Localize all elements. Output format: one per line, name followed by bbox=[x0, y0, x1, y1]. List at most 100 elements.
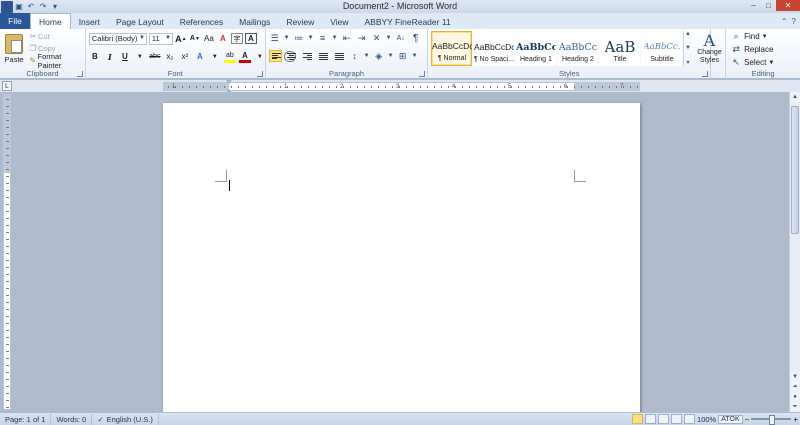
format-painter-button[interactable]: ✎ Format Painter bbox=[28, 52, 85, 70]
strikethrough-button[interactable]: abc bbox=[149, 50, 161, 63]
zoom-level[interactable]: 100% bbox=[697, 415, 716, 424]
styles-launcher-icon[interactable] bbox=[702, 71, 709, 77]
document-page[interactable] bbox=[163, 103, 640, 412]
tab-abbyy[interactable]: ABBYY FineReader 11 bbox=[357, 14, 459, 29]
italic-button[interactable]: I bbox=[104, 50, 116, 63]
bold-button[interactable]: B bbox=[89, 50, 101, 63]
vertical-ruler[interactable] bbox=[3, 94, 11, 410]
tab-references[interactable]: References bbox=[172, 14, 231, 29]
paste-button[interactable]: Paste bbox=[2, 31, 26, 67]
multilevel-dropdown-icon[interactable]: ▼ bbox=[332, 32, 338, 44]
ime-indicator[interactable]: ATOK bbox=[718, 414, 743, 424]
shading-icon[interactable]: ◈ bbox=[373, 50, 385, 62]
numbering-dropdown-icon[interactable]: ▼ bbox=[308, 32, 314, 44]
grow-font-button[interactable]: A ▲ bbox=[175, 32, 187, 45]
tab-selector-button[interactable]: L bbox=[2, 81, 12, 91]
phonetic-guide-button[interactable]: 字 bbox=[230, 33, 243, 44]
numbering-icon[interactable]: ≔ bbox=[293, 32, 305, 44]
status-page[interactable]: Page: 1 of 1 bbox=[0, 413, 52, 425]
gallery-more-icon[interactable]: ▾ bbox=[686, 59, 689, 66]
align-left-button[interactable] bbox=[268, 50, 282, 62]
vertical-scrollbar[interactable]: ▲ ▼ ⏶ ● ⏷ bbox=[789, 92, 800, 412]
maximize-button[interactable]: □ bbox=[761, 0, 776, 11]
scroll-down-icon[interactable]: ▼ bbox=[790, 372, 800, 382]
font-size-select[interactable]: 11 ▼ bbox=[148, 32, 173, 45]
change-styles-button[interactable]: A Change Styles bbox=[694, 31, 724, 67]
gallery-down-icon[interactable]: ▼ bbox=[685, 45, 691, 51]
shrink-font-button[interactable]: A ▼ bbox=[189, 32, 201, 45]
tab-view[interactable]: View bbox=[322, 14, 356, 29]
select-button[interactable]: ↖ Select ▼ bbox=[730, 57, 774, 68]
web-layout-view-button[interactable] bbox=[658, 414, 670, 424]
style-normal[interactable]: AaBbCcDc ¶ Normal bbox=[431, 31, 473, 66]
distributed-button[interactable] bbox=[333, 50, 346, 62]
status-words[interactable]: Words: 0 bbox=[51, 413, 93, 425]
justify-button[interactable] bbox=[317, 50, 330, 62]
asian-layout-icon[interactable]: ✕ bbox=[371, 32, 383, 44]
browse-object-icon[interactable]: ● bbox=[790, 392, 800, 402]
scroll-thumb[interactable] bbox=[791, 106, 799, 234]
zoom-in-icon[interactable]: + bbox=[793, 415, 798, 424]
underline-button[interactable]: U bbox=[119, 50, 131, 63]
paragraph-launcher-icon[interactable] bbox=[419, 71, 426, 77]
style-heading-2[interactable]: AaBbCc Heading 2 bbox=[557, 31, 599, 66]
shading-dropdown-icon[interactable]: ▼ bbox=[388, 50, 394, 62]
gallery-up-icon[interactable]: ▲ bbox=[685, 31, 691, 37]
style-subtitle[interactable]: AaBbCc. Subtitle bbox=[641, 31, 683, 66]
redo-icon[interactable]: ↷ bbox=[37, 1, 49, 13]
full-screen-view-button[interactable] bbox=[645, 414, 657, 424]
align-right-button[interactable] bbox=[301, 50, 314, 62]
bullets-icon[interactable]: ☰ bbox=[269, 32, 281, 44]
line-spacing-icon[interactable]: ↕ bbox=[349, 50, 361, 62]
character-border-button[interactable]: A bbox=[244, 33, 257, 44]
subscript-button[interactable]: x₂ bbox=[164, 50, 176, 63]
borders-dropdown-icon[interactable]: ▼ bbox=[412, 50, 418, 62]
cut-button[interactable]: ✂ Cut bbox=[28, 31, 85, 42]
tab-home[interactable]: Home bbox=[30, 13, 71, 29]
undo-icon[interactable]: ↶ bbox=[25, 1, 37, 13]
horizontal-ruler[interactable]: 1 1 2 3 4 5 6 7 bbox=[163, 82, 640, 91]
save-icon[interactable]: ▣ bbox=[13, 1, 25, 13]
show-marks-icon[interactable]: ¶ bbox=[410, 32, 422, 44]
change-case-button[interactable]: Aa bbox=[203, 32, 215, 45]
asian-layout-dropdown-icon[interactable]: ▼ bbox=[386, 32, 392, 44]
tab-insert[interactable]: Insert bbox=[71, 14, 108, 29]
status-language[interactable]: ✓ English (U.S.) bbox=[92, 413, 159, 425]
help-icon[interactable]: ? bbox=[792, 17, 796, 26]
highlight-button[interactable]: ab bbox=[223, 51, 236, 63]
customize-qat-icon[interactable]: ▾ bbox=[49, 1, 61, 13]
previous-page-icon[interactable]: ⏶ bbox=[790, 382, 800, 392]
font-color-button[interactable]: A bbox=[238, 51, 251, 63]
borders-icon[interactable]: ⊞ bbox=[397, 50, 409, 62]
font-color-dropdown-icon[interactable]: ▼ bbox=[254, 50, 266, 63]
text-effects-button[interactable]: A bbox=[194, 50, 206, 63]
tab-file[interactable]: File bbox=[0, 13, 30, 29]
outline-view-button[interactable] bbox=[671, 414, 683, 424]
superscript-button[interactable]: x² bbox=[179, 50, 191, 63]
clear-formatting-button[interactable]: A bbox=[217, 32, 229, 45]
close-button[interactable]: ✕ bbox=[776, 0, 800, 11]
zoom-slider[interactable] bbox=[751, 415, 792, 425]
line-spacing-dropdown-icon[interactable]: ▼ bbox=[364, 50, 370, 62]
find-button[interactable]: ⌕ Find ▼ bbox=[730, 31, 774, 42]
text-effects-dropdown-icon[interactable]: ▼ bbox=[209, 50, 221, 63]
word-logo-icon[interactable]: W bbox=[1, 0, 13, 13]
style-heading-1[interactable]: AaBbCc Heading 1 bbox=[515, 31, 557, 66]
font-launcher-icon[interactable] bbox=[256, 71, 263, 77]
tab-mailings[interactable]: Mailings bbox=[231, 14, 278, 29]
tab-page-layout[interactable]: Page Layout bbox=[108, 14, 172, 29]
replace-button[interactable]: ⇄ Replace bbox=[730, 44, 774, 55]
print-layout-view-button[interactable] bbox=[632, 414, 644, 424]
sort-icon[interactable]: A↓ bbox=[395, 32, 407, 44]
increase-indent-icon[interactable]: ⇥ bbox=[356, 32, 368, 44]
style-title[interactable]: AaB Title bbox=[599, 31, 641, 66]
minimize-ribbon-icon[interactable]: ⌃ bbox=[781, 17, 788, 26]
minimize-button[interactable]: – bbox=[746, 0, 761, 11]
font-family-select[interactable]: Calibri (Body) ▼ bbox=[88, 32, 147, 45]
style-no-spacing[interactable]: AaBbCcDc ¶ No Spaci... bbox=[473, 31, 515, 66]
bullets-dropdown-icon[interactable]: ▼ bbox=[284, 32, 290, 44]
zoom-out-icon[interactable]: − bbox=[745, 415, 750, 424]
decrease-indent-icon[interactable]: ⇤ bbox=[341, 32, 353, 44]
tab-review[interactable]: Review bbox=[278, 14, 322, 29]
underline-dropdown-icon[interactable]: ▼ bbox=[134, 50, 146, 63]
